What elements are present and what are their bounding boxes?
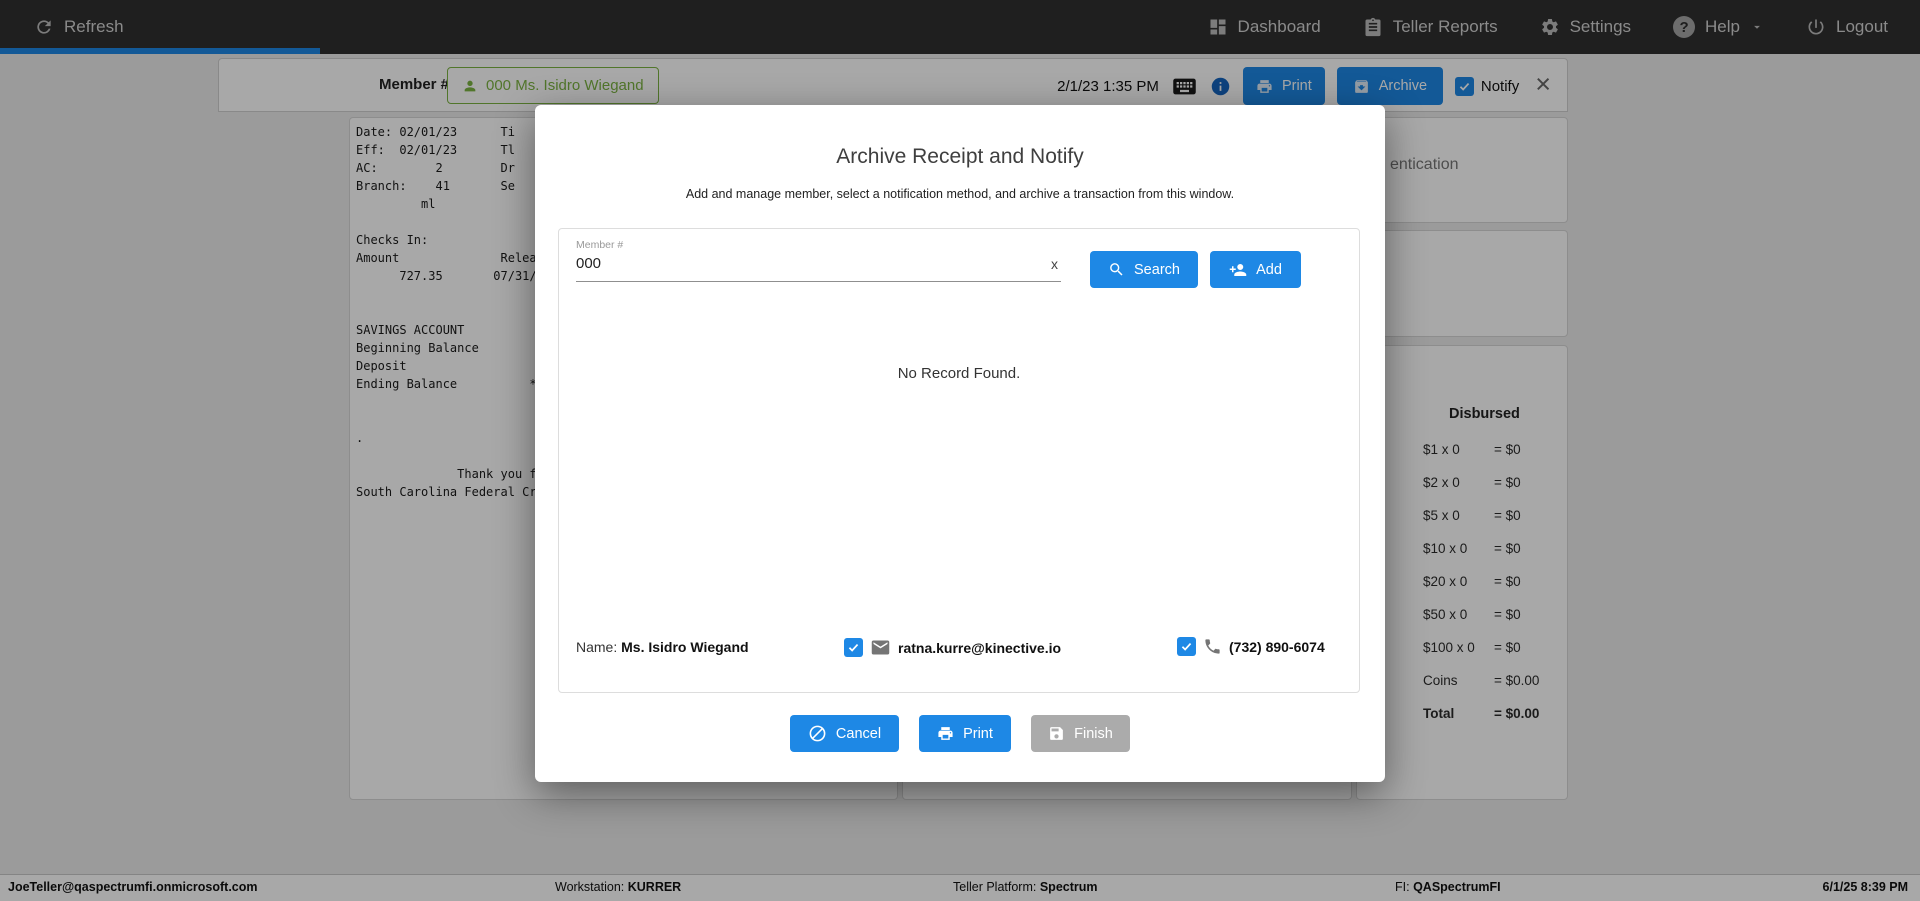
phone-icon: [1203, 637, 1222, 656]
finish-button[interactable]: Finish: [1031, 715, 1130, 752]
archive-receipt-notify-modal: Archive Receipt and Notify Add and manag…: [535, 105, 1385, 782]
member-number-input[interactable]: 000 x: [576, 255, 1061, 282]
cancel-button[interactable]: Cancel: [790, 715, 899, 752]
member-number-value: 000: [576, 255, 602, 272]
save-icon: [1048, 725, 1065, 742]
cancel-icon: [808, 724, 827, 743]
member-name-group: Name: Ms. Isidro Wiegand: [576, 639, 749, 655]
finish-label: Finish: [1074, 725, 1113, 742]
clear-input-icon[interactable]: x: [1048, 256, 1061, 272]
email-icon: [870, 637, 891, 658]
add-member-button[interactable]: Add: [1210, 251, 1301, 288]
person-add-icon: [1229, 261, 1247, 279]
search-button[interactable]: Search: [1090, 251, 1198, 288]
modal-print-button[interactable]: Print: [919, 715, 1011, 752]
name-label: Name:: [576, 639, 618, 655]
search-icon: [1108, 261, 1125, 278]
teller-application: Refresh Dashboard Teller Reports Setting…: [0, 0, 1920, 901]
modal-footer: Cancel Print Finish: [535, 715, 1385, 752]
modal-subtitle: Add and manage member, select a notifica…: [685, 187, 1235, 201]
email-value: ratna.kurre@kinective.io: [898, 639, 1062, 656]
contact-row: Name: Ms. Isidro Wiegand ratna.kurre@kin…: [576, 637, 1342, 661]
modal-title: Archive Receipt and Notify: [836, 145, 1084, 168]
email-notify-group: ratna.kurre@kinective.io: [844, 637, 1061, 658]
sms-notify-checkbox[interactable]: [1177, 637, 1196, 656]
add-label: Add: [1256, 261, 1282, 278]
phone-value: (732) 890-6074: [1229, 638, 1325, 655]
search-label: Search: [1134, 261, 1180, 278]
printer-icon: [937, 725, 954, 742]
no-record-message: No Record Found.: [897, 365, 1021, 382]
member-number-field-label: Member #: [576, 239, 624, 251]
member-search-card: Member # 000 x Search Add No Record Foun…: [558, 228, 1360, 693]
modal-print-label: Print: [963, 725, 993, 742]
email-notify-checkbox[interactable]: [844, 638, 863, 657]
sms-notify-group: (732) 890-6074: [1177, 637, 1325, 656]
member-name-value: Ms. Isidro Wiegand: [621, 639, 749, 655]
cancel-label: Cancel: [835, 725, 882, 742]
